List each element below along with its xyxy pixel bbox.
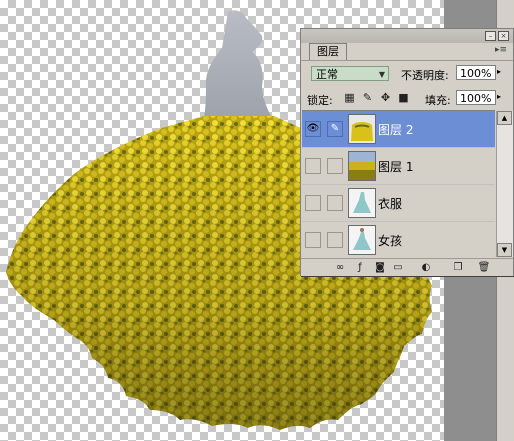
blend-mode-select[interactable]: 正常 ▼ xyxy=(311,66,389,81)
trash-icon[interactable]: 🗑 xyxy=(477,261,491,274)
layer-thumbnail xyxy=(348,188,376,218)
tab-layers[interactable]: 图层 xyxy=(309,43,347,60)
close-icon[interactable]: × xyxy=(498,31,509,41)
layer-row-girl[interactable]: 女孩 xyxy=(302,222,495,259)
link-toggle[interactable] xyxy=(327,195,343,211)
layer-name[interactable]: 图层 1 xyxy=(378,158,413,175)
eye-icon[interactable]: 👁 xyxy=(305,121,321,137)
scroll-up-icon[interactable]: ▲ xyxy=(497,111,512,125)
girl-thumbnail-icon xyxy=(349,226,375,254)
minimize-icon[interactable]: – xyxy=(485,31,496,41)
lock-all-icon[interactable]: ■ xyxy=(397,91,410,104)
layer-style-icon[interactable]: ƒ xyxy=(353,261,367,274)
dress-thumbnail-icon xyxy=(349,189,375,217)
layers-panel: – × 图层 ▸≡ 正常 ▼ 不透明度: 100% ▸ 锁定: ▦ ✎ ✥ ■ … xyxy=(300,28,514,276)
visibility-toggle[interactable] xyxy=(305,232,321,248)
layer-name[interactable]: 图层 2 xyxy=(378,121,413,138)
visibility-toggle[interactable] xyxy=(305,158,321,174)
lock-transparency-icon[interactable]: ▦ xyxy=(343,91,356,104)
layer-thumbnail xyxy=(348,225,376,255)
fill-input[interactable]: 100% xyxy=(456,90,496,105)
opacity-input[interactable]: 100% xyxy=(456,65,496,80)
flowers-thumbnail-icon xyxy=(349,115,375,143)
group-icon[interactable]: ▭ xyxy=(391,261,405,274)
bodice-shape xyxy=(204,10,272,118)
opacity-label: 不透明度: xyxy=(401,69,449,82)
lock-position-icon[interactable]: ✥ xyxy=(379,91,392,104)
layer-thumbnail xyxy=(348,151,376,181)
layers-list: 👁 ✎ 图层 2 图层 1 衣服 女孩 xyxy=(302,110,495,259)
blend-mode-value: 正常 xyxy=(316,68,338,81)
mask-icon[interactable]: ◙ xyxy=(373,261,387,274)
link-toggle[interactable] xyxy=(327,158,343,174)
link-layers-icon[interactable]: ∞ xyxy=(333,261,347,274)
brush-icon[interactable]: ✎ xyxy=(327,121,343,137)
scroll-down-icon[interactable]: ▼ xyxy=(497,243,512,257)
adjustment-layer-icon[interactable]: ◐ xyxy=(419,261,433,274)
layers-scrollbar[interactable]: ▲ ▼ xyxy=(496,111,513,257)
layer-thumbnail xyxy=(348,114,376,144)
visibility-toggle[interactable] xyxy=(305,195,321,211)
chevron-down-icon: ▼ xyxy=(378,70,385,79)
opacity-slider-arrow-icon[interactable]: ▸ xyxy=(497,67,501,76)
layer-name[interactable]: 衣服 xyxy=(378,195,402,212)
panel-menu-icon[interactable]: ▸≡ xyxy=(495,45,507,55)
layers-footer: ∞ ƒ ◙ ▭ ◐ ❐ 🗑 xyxy=(301,258,513,276)
field-thumbnail-icon xyxy=(349,152,375,180)
lock-image-icon[interactable]: ✎ xyxy=(361,91,374,104)
lock-label: 锁定: xyxy=(307,94,333,107)
layer-row-1[interactable]: 图层 1 xyxy=(302,148,495,185)
fill-slider-arrow-icon[interactable]: ▸ xyxy=(497,92,501,101)
link-toggle[interactable] xyxy=(327,232,343,248)
layer-row-2[interactable]: 👁 ✎ 图层 2 xyxy=(302,111,495,148)
layer-options: 正常 ▼ 不透明度: 100% ▸ 锁定: ▦ ✎ ✥ ■ 填充: 100% ▸ xyxy=(301,60,513,115)
panel-titlebar[interactable]: – × xyxy=(301,29,513,43)
layer-row-clothes[interactable]: 衣服 xyxy=(302,185,495,222)
new-layer-icon[interactable]: ❐ xyxy=(451,261,465,274)
fill-label: 填充: xyxy=(425,94,451,107)
layer-name[interactable]: 女孩 xyxy=(378,232,402,249)
